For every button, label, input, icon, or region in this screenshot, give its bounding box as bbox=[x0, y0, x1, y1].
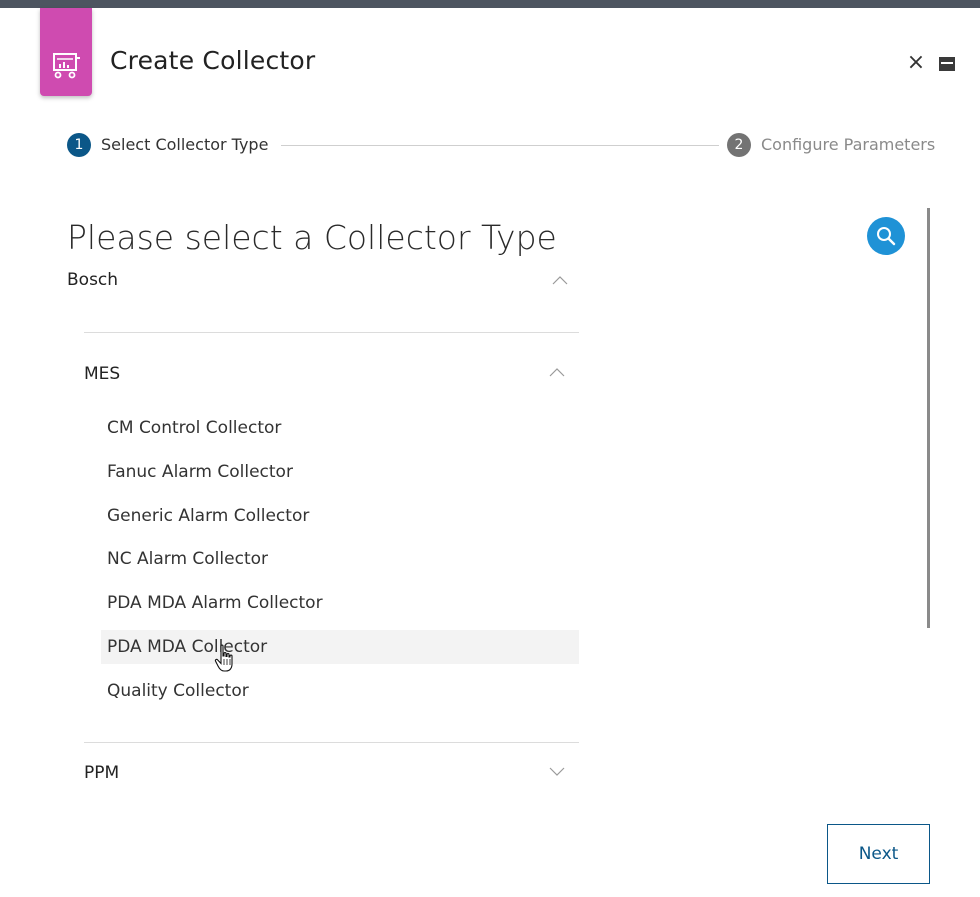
divider bbox=[84, 742, 579, 743]
app-badge bbox=[40, 8, 92, 96]
step-1-number: 1 bbox=[67, 133, 91, 157]
close-icon: × bbox=[906, 50, 926, 75]
list-item-pda-mda-alarm-collector[interactable]: PDA MDA Alarm Collector bbox=[101, 586, 579, 620]
list-item-cm-control-collector[interactable]: CM Control Collector bbox=[101, 411, 579, 445]
subgroup-label: PPM bbox=[84, 763, 120, 783]
subgroup-header-mes[interactable]: MES bbox=[84, 362, 579, 386]
chevron-up-icon[interactable] bbox=[552, 275, 568, 285]
subgroup-header-ppm[interactable]: PPM bbox=[84, 761, 579, 785]
group-header-bosch[interactable]: Bosch bbox=[67, 268, 579, 292]
search-button[interactable] bbox=[867, 217, 905, 255]
chevron-up-icon[interactable] bbox=[549, 367, 565, 377]
close-button[interactable]: × bbox=[906, 52, 926, 74]
stepper-connector bbox=[281, 145, 719, 146]
chevron-down-icon[interactable] bbox=[549, 767, 565, 777]
list-item-pda-mda-collector[interactable]: PDA MDA Collector bbox=[101, 630, 579, 664]
hand-pointer-cursor-icon bbox=[214, 644, 233, 672]
step-2-label: Configure Parameters bbox=[761, 135, 936, 154]
list-item-nc-alarm-collector[interactable]: NC Alarm Collector bbox=[101, 542, 579, 576]
group-label: Bosch bbox=[67, 270, 119, 290]
next-button[interactable]: Next bbox=[827, 824, 930, 884]
scrollbar[interactable] bbox=[927, 208, 930, 628]
search-icon bbox=[877, 227, 896, 246]
step-2-number: 2 bbox=[727, 133, 751, 157]
step-1-label: Select Collector Type bbox=[101, 135, 269, 154]
window-top-bar bbox=[0, 0, 980, 8]
divider bbox=[84, 332, 579, 333]
list-item-quality-collector[interactable]: Quality Collector bbox=[101, 674, 579, 708]
subgroup-label: MES bbox=[84, 364, 121, 384]
dialog-title: Create Collector bbox=[110, 46, 316, 75]
minimize-icon bbox=[939, 57, 955, 71]
list-item-fanuc-alarm-collector[interactable]: Fanuc Alarm Collector bbox=[101, 455, 579, 489]
list-item-generic-alarm-collector[interactable]: Generic Alarm Collector bbox=[101, 499, 579, 533]
minimize-button[interactable] bbox=[938, 56, 956, 72]
collector-cart-icon bbox=[53, 53, 80, 79]
page-heading: Please select a Collector Type bbox=[67, 218, 557, 257]
